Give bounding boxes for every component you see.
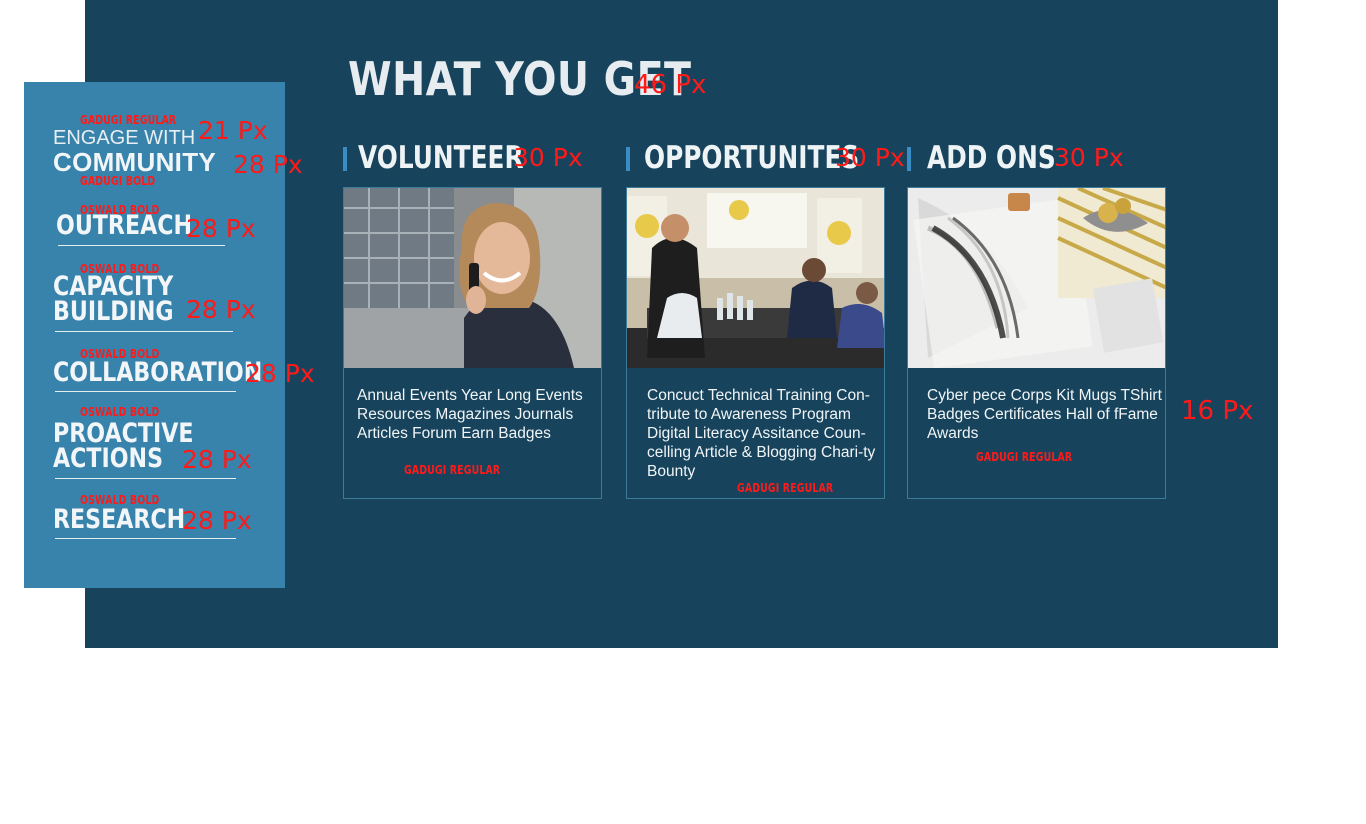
addons-card[interactable]: Cyber pece Corps Kit Mugs TShirt Badges … [907,187,1166,499]
addons-title: ADD ONS [927,140,1056,176]
volunteer-card[interactable]: Annual Events Year Long Events Resources… [343,187,602,499]
sidebar-item-research[interactable]: RESEARCH [53,506,185,533]
opportunities-title: OPPORTUNITES [644,140,860,176]
gift-box-notebook-photo [908,188,1165,368]
proactive-size-annotation: 28 Px [182,445,252,474]
opportunities-card[interactable]: Concuct Technical Training Con-tribute t… [626,187,885,499]
body-text-size-annotation: 16 Px [1181,396,1254,426]
volunteer-title: VOLUNTEER [358,140,524,176]
addons-accent-bar [907,147,911,171]
addons-size-annotation: 30 Px [1054,143,1124,172]
outreach-underline [58,245,225,246]
volunteer-font-annotation: GADUGI REGULAR [404,463,501,477]
training-session-photo [627,188,884,368]
research-underline [55,538,236,539]
opportunities-font-annotation: GADUGI REGULAR [737,481,834,495]
sidebar-item-collaboration[interactable]: COLLABORATION [53,359,262,386]
capacity-underline [55,331,233,332]
engage-top-size-annotation: 21 Px [198,116,268,145]
opportunities-size-annotation: 30 Px [835,143,905,172]
addons-description: Cyber pece Corps Kit Mugs TShirt Badges … [927,387,1162,442]
proactive-underline [55,478,236,479]
sidebar-item-proactive-actions[interactable]: PROACTIVE ACTIONS [53,420,193,472]
capacity-size-annotation: 28 Px [186,295,256,324]
volunteer-description: Annual Events Year Long Events Resources… [357,387,583,442]
engage-font-annotation: GADUGI REGULAR [80,113,177,127]
proactive-font-annotation: OSWALD BOLD [80,405,160,419]
research-size-annotation: 28 Px [182,506,252,535]
opportunities-description: Concuct Technical Training Con-tribute t… [647,387,876,480]
volunteer-accent-bar [343,147,347,171]
collaboration-underline [55,391,236,392]
engage-main-size-annotation: 28 Px [233,150,303,179]
opportunities-accent-bar [626,147,630,171]
headline-size-annotation: 46 Px [634,70,707,100]
sidebar-item-outreach[interactable]: OUTREACH [56,212,192,239]
addons-font-annotation: GADUGI REGULAR [976,450,1073,464]
collaboration-size-annotation: 28 Px [245,359,315,388]
volunteer-size-annotation: 30 Px [513,143,583,172]
woman-on-phone-photo [344,188,601,368]
outreach-size-annotation: 28 Px [186,214,256,243]
sidebar-item-capacity-building[interactable]: CAPACITY BUILDING [53,273,174,325]
engage-bold-annotation: GADUGI BOLD [80,174,156,188]
